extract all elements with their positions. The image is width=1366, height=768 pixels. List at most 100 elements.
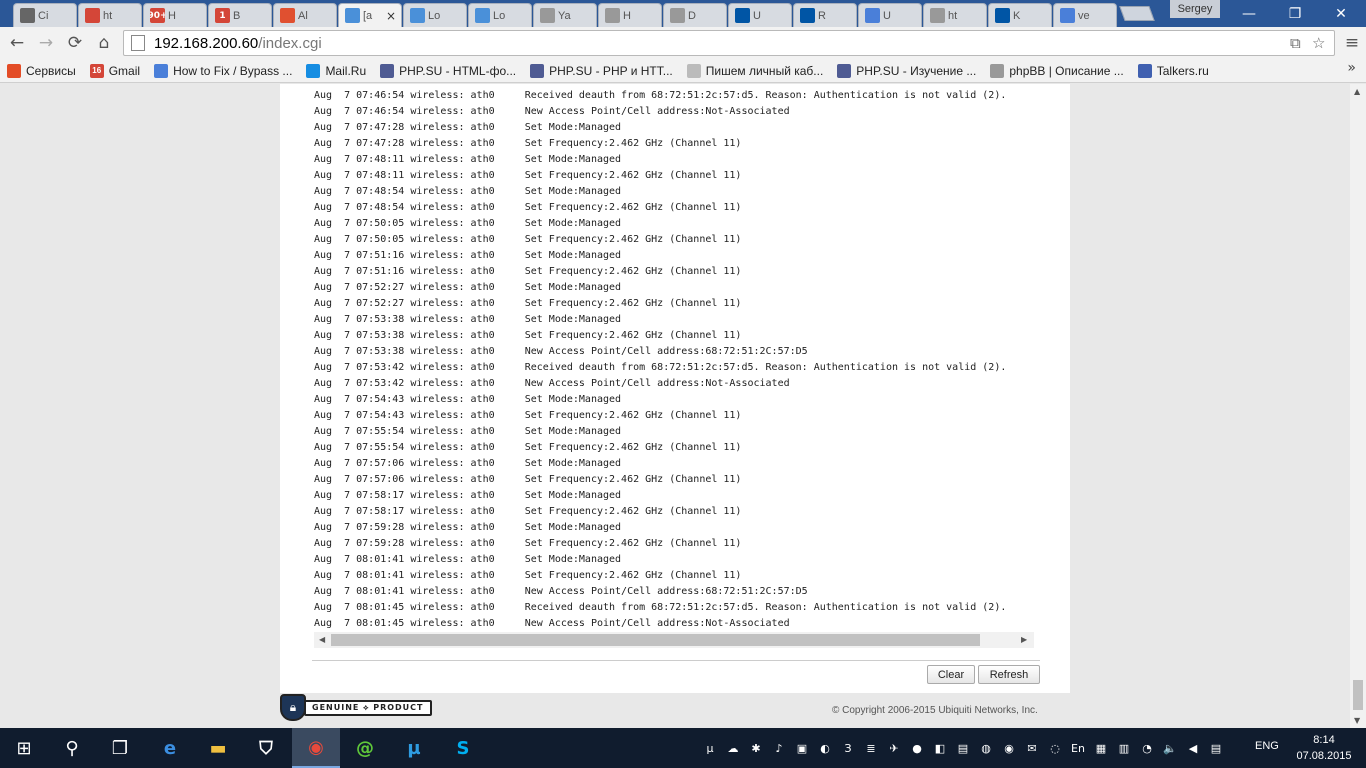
taskbar-file-explorer-icon[interactable]: ▬ xyxy=(194,728,242,768)
restore-button[interactable]: ❐ xyxy=(1272,0,1318,27)
close-window-button[interactable]: ✕ xyxy=(1318,0,1364,27)
tray-icon[interactable]: ◐ xyxy=(817,740,833,756)
taskbar-chrome-icon[interactable]: ◉ xyxy=(292,728,340,768)
tray-icon[interactable]: 🔈 xyxy=(1162,740,1178,756)
bookmark-item[interactable]: PHP.SU - PHP и HTT... xyxy=(523,60,680,82)
tray-icon[interactable]: En xyxy=(1070,740,1086,756)
tray-icon[interactable]: ✱ xyxy=(748,740,764,756)
profile-button[interactable]: Sergey xyxy=(1170,0,1220,18)
scrollbar-thumb[interactable] xyxy=(331,634,980,646)
tray-icon[interactable]: µ xyxy=(702,740,718,756)
tray-icon[interactable]: ☁ xyxy=(725,740,741,756)
bookmarks-overflow-icon[interactable]: » xyxy=(1347,60,1356,76)
tray-icon[interactable]: ◔ xyxy=(1139,740,1155,756)
home-button[interactable]: ⌂ xyxy=(91,30,117,56)
tray-icon[interactable]: ▤ xyxy=(1208,740,1224,756)
translate-icon[interactable]: ⧉ xyxy=(1290,34,1301,52)
taskbar-mail-agent-icon[interactable]: @ xyxy=(341,728,389,768)
tray-icon[interactable]: ▣ xyxy=(794,740,810,756)
log-line: Aug 7 07:59:28 wireless: ath0 Set Mode:M… xyxy=(314,522,622,533)
tab-2[interactable]: 90+H xyxy=(143,3,207,27)
bookmark-item[interactable]: PHP.SU - Изучение ... xyxy=(830,60,983,82)
back-button[interactable]: ← xyxy=(4,30,30,56)
refresh-button[interactable]: Refresh xyxy=(978,665,1040,684)
tray-icon[interactable]: ◌ xyxy=(1047,740,1063,756)
tray-icon[interactable]: ≣ xyxy=(863,740,879,756)
tab-6[interactable]: Lo xyxy=(403,3,467,27)
tab-0[interactable]: Ci xyxy=(13,3,77,27)
scroll-right-icon[interactable]: ▶ xyxy=(1021,635,1027,644)
tray-icon[interactable]: ✉ xyxy=(1024,740,1040,756)
page-icon xyxy=(540,8,555,23)
tab-11[interactable]: U xyxy=(728,3,792,27)
tab-7[interactable]: Lo xyxy=(468,3,532,27)
tab-12[interactable]: R xyxy=(793,3,857,27)
task-view-icon[interactable]: ❐ xyxy=(96,728,144,768)
taskbar-clock[interactable]: 8:14 07.08.2015 xyxy=(1294,732,1354,764)
bookmark-star-icon[interactable]: ☆ xyxy=(1312,34,1325,52)
tray-icon[interactable]: ● xyxy=(909,740,925,756)
clear-button[interactable]: Clear xyxy=(927,665,975,684)
tab-1[interactable]: ht xyxy=(78,3,142,27)
bookmark-item[interactable]: Talkers.ru xyxy=(1131,60,1216,82)
menu-icon[interactable]: ≡ xyxy=(1339,30,1365,56)
scroll-up-icon[interactable]: ▲ xyxy=(1354,87,1360,96)
start-button[interactable]: ⊞ xyxy=(0,728,48,768)
taskbar-skype-icon[interactable]: S xyxy=(439,728,487,768)
tray-icon[interactable]: ◍ xyxy=(978,740,994,756)
new-tab-button[interactable] xyxy=(1119,6,1155,21)
url-text[interactable]: 192.168.200.60/index.cgi xyxy=(154,35,322,52)
taskbar-utorrent-icon[interactable]: µ xyxy=(390,728,438,768)
tab-8[interactable]: Ya xyxy=(533,3,597,27)
log-horizontal-scrollbar[interactable]: ◀ ▶ xyxy=(314,632,1034,648)
minimize-button[interactable]: — xyxy=(1226,0,1272,27)
tray-icon[interactable]: ▤ xyxy=(955,740,971,756)
tab-3[interactable]: 1B xyxy=(208,3,272,27)
bookmark-item[interactable]: Пишем личный каб... xyxy=(680,60,831,82)
tray-icon[interactable]: ♪ xyxy=(771,740,787,756)
log-line: Aug 7 07:58:17 wireless: ath0 Set Freque… xyxy=(314,506,742,517)
log-line: Aug 7 07:55:54 wireless: ath0 Set Freque… xyxy=(314,442,742,453)
tab-4[interactable]: Al xyxy=(273,3,337,27)
divider xyxy=(312,660,1040,661)
tray-icon[interactable]: ✈ xyxy=(886,740,902,756)
taskbar-edge-icon[interactable]: e xyxy=(146,728,194,768)
tray-icon[interactable]: ▦ xyxy=(1093,740,1109,756)
mailru-icon xyxy=(306,63,321,78)
bookmark-item[interactable]: phpBB | Описание ... xyxy=(983,60,1130,82)
tab-10[interactable]: D xyxy=(663,3,727,27)
scroll-down-icon[interactable]: ▼ xyxy=(1354,716,1360,725)
page-vertical-scrollbar[interactable]: ▲ ▼ xyxy=(1350,84,1366,728)
tab-13[interactable]: U xyxy=(858,3,922,27)
tray-icon[interactable]: ◉ xyxy=(1001,740,1017,756)
tray-icon[interactable]: З xyxy=(840,740,856,756)
tray-icon[interactable]: ◧ xyxy=(932,740,948,756)
page-scrollbar-thumb[interactable] xyxy=(1353,680,1363,710)
bookmark-item[interactable]: 16 Gmail xyxy=(83,60,147,82)
log-line: Aug 7 08:01:41 wireless: ath0 Set Freque… xyxy=(314,570,742,581)
close-tab-icon[interactable]: × xyxy=(386,9,396,23)
log-line: Aug 7 07:58:17 wireless: ath0 Set Mode:M… xyxy=(314,490,622,501)
tab-14[interactable]: ht xyxy=(923,3,987,27)
log-line: Aug 7 08:01:41 wireless: ath0 Set Mode:M… xyxy=(314,554,622,565)
tray-icon[interactable]: ▥ xyxy=(1116,740,1132,756)
bookmark-item[interactable]: How to Fix / Bypass ... xyxy=(147,60,299,82)
log-line: Aug 7 07:50:05 wireless: ath0 Set Freque… xyxy=(314,234,742,245)
log-textarea[interactable]: Aug 7 07:46:54 wireless: ath0 Received d… xyxy=(314,88,1034,634)
reload-button[interactable]: ⟳ xyxy=(62,30,88,56)
tab-5[interactable]: [a × xyxy=(338,3,402,27)
tab-9[interactable]: H xyxy=(598,3,662,27)
tray-icon[interactable]: ◀ xyxy=(1185,740,1201,756)
address-bar[interactable]: 192.168.200.60/index.cgi ⧉ ☆ xyxy=(123,30,1335,56)
tab-label: [a xyxy=(363,9,373,22)
tab-15[interactable]: K xyxy=(988,3,1052,27)
language-indicator[interactable]: ENG xyxy=(1255,740,1279,752)
tab-16[interactable]: ve xyxy=(1053,3,1117,27)
search-icon[interactable]: ⚲ xyxy=(48,728,96,768)
forward-button[interactable]: → xyxy=(33,30,59,56)
taskbar-store-icon[interactable]: ⛉ xyxy=(242,728,290,768)
bookmark-item[interactable]: PHP.SU - HTML-фо... xyxy=(373,60,523,82)
bookmark-item[interactable]: Mail.Ru xyxy=(299,60,373,82)
scroll-left-icon[interactable]: ◀ xyxy=(319,635,325,644)
bookmark-item[interactable]: Сервисы xyxy=(0,60,83,82)
